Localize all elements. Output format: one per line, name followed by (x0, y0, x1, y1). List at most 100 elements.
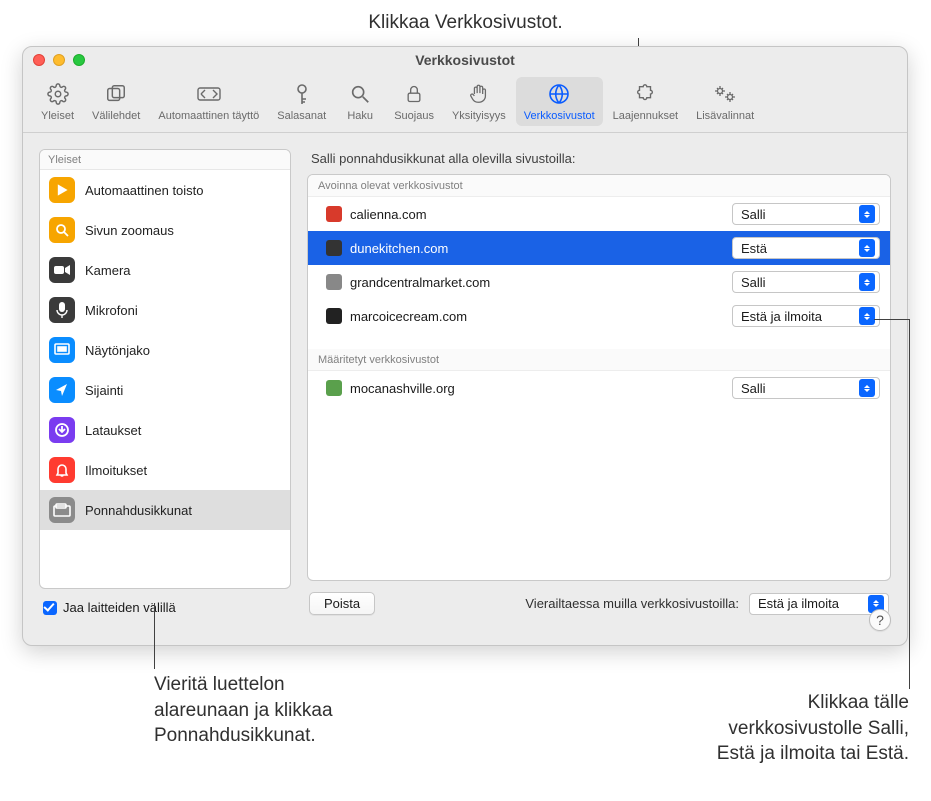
key-icon (289, 81, 315, 107)
callout-bottom-left: Vieritä luettelon alareunaan ja klikkaa … (154, 672, 333, 749)
pref-tab-globe[interactable]: Verkkosivustot (516, 77, 603, 126)
callout-text: Ponnahdusikkunat. (154, 723, 333, 749)
preferences-window: Verkkosivustot YleisetVälilehdetAutomaat… (22, 46, 908, 646)
pref-tab-key[interactable]: Salasanat (269, 77, 334, 126)
sidebar-item-7[interactable]: Ilmoitukset (40, 450, 290, 490)
pref-tab-puzzle[interactable]: Laajennukset (605, 77, 686, 126)
help-button[interactable]: ? (869, 609, 891, 631)
checkbox-icon[interactable] (43, 601, 57, 615)
sidebar-item-2[interactable]: Kamera (40, 250, 290, 290)
search-icon (347, 81, 373, 107)
site-domain: grandcentralmarket.com (350, 275, 724, 290)
favicon-icon (326, 380, 342, 396)
select-value: Estä ja ilmoita (758, 596, 839, 611)
remove-button[interactable]: Poista (309, 592, 375, 615)
site-domain: dunekitchen.com (350, 241, 724, 256)
hand-icon (466, 81, 492, 107)
pref-tab-gears[interactable]: Lisävalinnat (688, 77, 762, 126)
pref-tab-hand[interactable]: Yksityisyys (444, 77, 514, 126)
callout-top: Klikkaa Verkkosivustot. (0, 0, 931, 34)
site-domain: mocanashville.org (350, 381, 724, 396)
site-row[interactable]: marcoicecream.com Estä ja ilmoita (308, 299, 890, 333)
sidebar-item-label: Ilmoitukset (85, 463, 147, 478)
pref-toolbar: Yleiset VälilehdetAutomaattinen täyttö Sal… (23, 73, 907, 133)
callout-text: alareunaan ja klikkaa (154, 698, 333, 724)
main-panel: Salli ponnahdusikkunat alla olevilla siv… (307, 149, 891, 615)
callout-bottom-right: Klikkaa tälle verkkosivustolle Salli, Es… (717, 690, 909, 767)
tab-label: Haku (347, 110, 373, 122)
site-permission-select[interactable]: Estä (732, 237, 880, 259)
pref-tab-tabs[interactable]: Välilehdet (84, 77, 148, 126)
select-value: Salli (741, 207, 766, 222)
other-sites-label: Vierailtaessa muilla verkkosivustoilla: (525, 596, 739, 611)
site-permission-select[interactable]: Estä ja ilmoita (732, 305, 880, 327)
gear-icon (45, 81, 71, 107)
tab-label: Lisävalinnat (696, 110, 754, 122)
sidebar: Yleiset Automaattinen toisto Sivun zoomau… (39, 149, 291, 615)
callout-line (909, 319, 910, 689)
sidebar-header: Yleiset (40, 150, 290, 170)
share-row[interactable]: Jaa laitteiden välillä (39, 600, 291, 615)
chevron-updown-icon (859, 307, 875, 325)
select-value: Salli (741, 381, 766, 396)
chevron-updown-icon (859, 205, 875, 223)
sidebar-icon (49, 257, 75, 283)
callout-text: verkkosivustolle Salli, (717, 716, 909, 742)
tab-label: Salasanat (277, 110, 326, 122)
sidebar-item-8[interactable]: Ponnahdusikkunat (40, 490, 290, 530)
tab-label: Verkkosivustot (524, 110, 595, 122)
sidebar-icon (49, 217, 75, 243)
site-domain: calienna.com (350, 207, 724, 222)
pref-tab-autofill[interactable]: Automaattinen täyttö (150, 77, 267, 126)
sidebar-item-label: Mikrofoni (85, 303, 138, 318)
chevron-updown-icon (859, 379, 875, 397)
pref-tab-search[interactable]: Haku (336, 77, 384, 126)
favicon-icon (326, 206, 342, 222)
main-heading: Salli ponnahdusikkunat alla olevilla siv… (311, 151, 891, 166)
select-value: Estä (741, 241, 767, 256)
sidebar-icon (49, 377, 75, 403)
sidebar-item-label: Sijainti (85, 383, 123, 398)
callout-line (154, 603, 155, 669)
pref-tab-lock[interactable]: Suojaus (386, 77, 442, 126)
sidebar-icon (49, 497, 75, 523)
titlebar: Verkkosivustot (23, 47, 907, 73)
site-permission-select[interactable]: Salli (732, 271, 880, 293)
tab-label: Yleiset (41, 110, 74, 122)
tab-label: Laajennukset (613, 110, 678, 122)
site-row[interactable]: grandcentralmarket.com Salli (308, 265, 890, 299)
globe-icon (546, 81, 572, 107)
pref-tab-gear[interactable]: Yleiset (33, 77, 82, 126)
sidebar-item-5[interactable]: Sijainti (40, 370, 290, 410)
tab-label: Suojaus (394, 110, 434, 122)
site-row[interactable]: dunekitchen.com Estä (308, 231, 890, 265)
sidebar-item-1[interactable]: Sivun zoomaus (40, 210, 290, 250)
section-config-header: Määritetyt verkkosivustot (308, 349, 890, 371)
site-permission-select[interactable]: Salli (732, 203, 880, 225)
sidebar-item-4[interactable]: Näytönjako (40, 330, 290, 370)
callout-text: Estä ja ilmoita tai Estä. (717, 741, 909, 767)
site-list: Avoinna olevat verkkosivustot calienna.c… (307, 174, 891, 581)
select-value: Estä ja ilmoita (741, 309, 822, 324)
sidebar-item-0[interactable]: Automaattinen toisto (40, 170, 290, 210)
sidebar-item-label: Lataukset (85, 423, 141, 438)
callout-text: Vieritä luettelon (154, 672, 333, 698)
other-sites-select[interactable]: Estä ja ilmoita (749, 593, 889, 615)
site-domain: marcoicecream.com (350, 309, 724, 324)
site-row[interactable]: mocanashville.org Salli (308, 371, 890, 405)
sidebar-icon (49, 337, 75, 363)
chevron-updown-icon (859, 273, 875, 291)
sidebar-icon (49, 417, 75, 443)
callout-line (874, 319, 910, 320)
section-open-header: Avoinna olevat verkkosivustot (308, 175, 890, 197)
gears-icon (712, 81, 738, 107)
sidebar-item-label: Ponnahdusikkunat (85, 503, 192, 518)
site-row[interactable]: calienna.com Salli (308, 197, 890, 231)
sidebar-item-label: Automaattinen toisto (85, 183, 204, 198)
site-permission-select[interactable]: Salli (732, 377, 880, 399)
sidebar-item-6[interactable]: Lataukset (40, 410, 290, 450)
sidebar-item-label: Sivun zoomaus (85, 223, 174, 238)
chevron-updown-icon (859, 239, 875, 257)
sidebar-item-3[interactable]: Mikrofoni (40, 290, 290, 330)
puzzle-icon (632, 81, 658, 107)
